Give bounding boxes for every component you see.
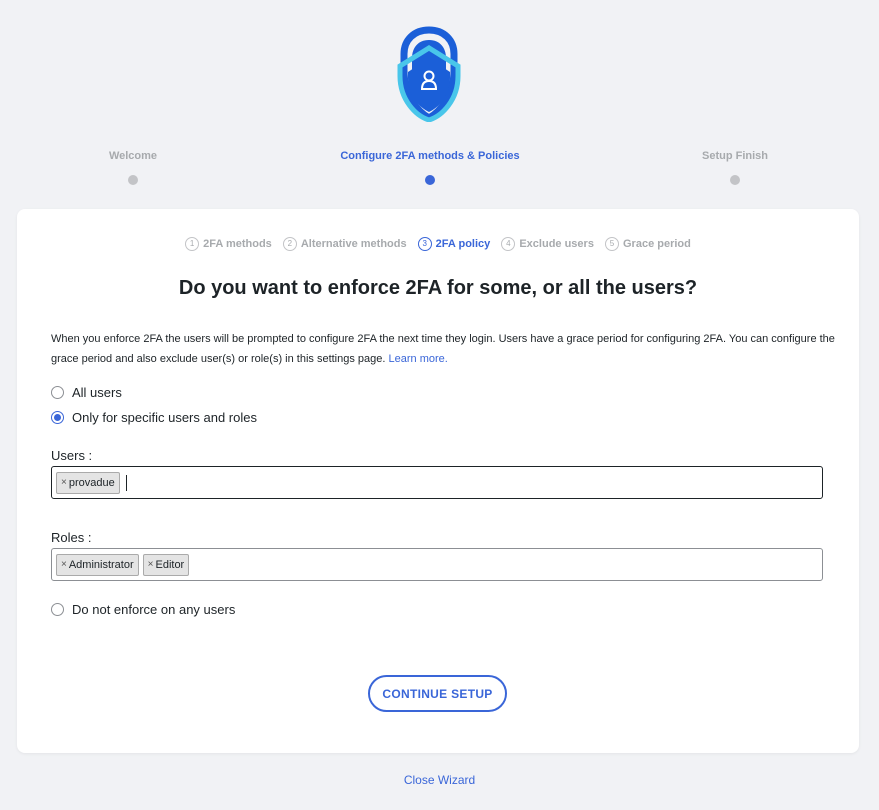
users-field-label: Users :	[51, 448, 93, 463]
roles-field-label: Roles :	[51, 530, 92, 545]
option-label: Only for specific users and roles	[72, 410, 257, 425]
sub-step-label: Grace period	[623, 238, 691, 250]
step-dot	[730, 175, 740, 185]
tag-label: provadue	[68, 476, 115, 489]
sub-step-nav: 1 2FA methods 2 Alternative methods 3 2F…	[17, 237, 859, 251]
setup-card: 1 2FA methods 2 Alternative methods 3 2F…	[17, 209, 859, 753]
sub-step-label: 2FA policy	[435, 238, 491, 250]
option-label: Do not enforce on any users	[72, 602, 236, 617]
sub-step-number: 4	[501, 237, 516, 251]
remove-tag-icon[interactable]: ×	[61, 559, 67, 570]
continue-setup-button[interactable]: CONTINUE SETUP	[368, 675, 507, 712]
sub-step-alternative-methods[interactable]: 2 Alternative methods	[282, 237, 407, 251]
learn-more-link[interactable]: Learn more.	[389, 353, 448, 365]
text-caret	[125, 474, 127, 491]
tag-label: Administrator	[68, 558, 134, 571]
radio-specific-users-roles[interactable]	[51, 411, 64, 424]
wizard-step-label: Setup Finish	[702, 150, 768, 162]
page-title: Do you want to enforce 2FA for some, or …	[178, 277, 698, 299]
sub-step-exclude-users[interactable]: 4 Exclude users	[501, 237, 594, 251]
wizard-step-configure: Configure 2FA methods & Policies	[310, 150, 550, 185]
sub-step-2fa-methods[interactable]: 1 2FA methods	[185, 237, 272, 251]
sub-step-number: 1	[185, 237, 200, 251]
step-dot	[128, 175, 138, 185]
sub-step-label: Alternative methods	[300, 238, 407, 250]
sub-step-number: 3	[417, 237, 432, 251]
option-all-users[interactable]: All users	[51, 385, 122, 400]
option-label: All users	[72, 385, 122, 400]
sub-step-grace-period[interactable]: 5 Grace period	[605, 237, 691, 251]
wizard-step-label: Welcome	[108, 150, 158, 162]
wizard-step-label: Configure 2FA methods & Policies	[340, 150, 520, 162]
option-do-not-enforce[interactable]: Do not enforce on any users	[51, 602, 235, 617]
sub-step-label: 2FA methods	[203, 238, 272, 250]
users-select-input[interactable]: × provadue	[51, 466, 823, 499]
sub-step-2fa-policy[interactable]: 3 2FA policy	[417, 237, 491, 251]
policy-description: When you enforce 2FA the users will be p…	[51, 329, 841, 369]
radio-all-users[interactable]	[51, 386, 64, 399]
roles-select-input[interactable]: × Administrator × Editor	[51, 548, 823, 581]
option-specific-users-roles[interactable]: Only for specific users and roles	[51, 410, 257, 425]
wizard-step-welcome: Welcome	[13, 150, 253, 185]
shield-lock-icon	[397, 26, 461, 123]
user-tag: × provadue	[56, 471, 120, 494]
sub-step-number: 5	[605, 237, 619, 251]
remove-tag-icon[interactable]: ×	[61, 477, 67, 488]
wp-2fa-logo	[394, 26, 464, 123]
step-dot	[425, 175, 435, 185]
wizard-progress: Welcome Configure 2FA methods & Policies…	[0, 150, 879, 200]
sub-step-number: 2	[282, 237, 297, 251]
wizard-step-finish: Setup Finish	[615, 150, 855, 185]
radio-do-not-enforce[interactable]	[51, 603, 64, 616]
close-wizard-link[interactable]: Close Wizard	[0, 773, 879, 787]
tag-label: Editor	[155, 558, 185, 571]
sub-step-label: Exclude users	[519, 238, 594, 250]
role-tag: × Administrator	[56, 553, 139, 576]
remove-tag-icon[interactable]: ×	[148, 559, 154, 570]
role-tag: × Editor	[142, 553, 190, 576]
